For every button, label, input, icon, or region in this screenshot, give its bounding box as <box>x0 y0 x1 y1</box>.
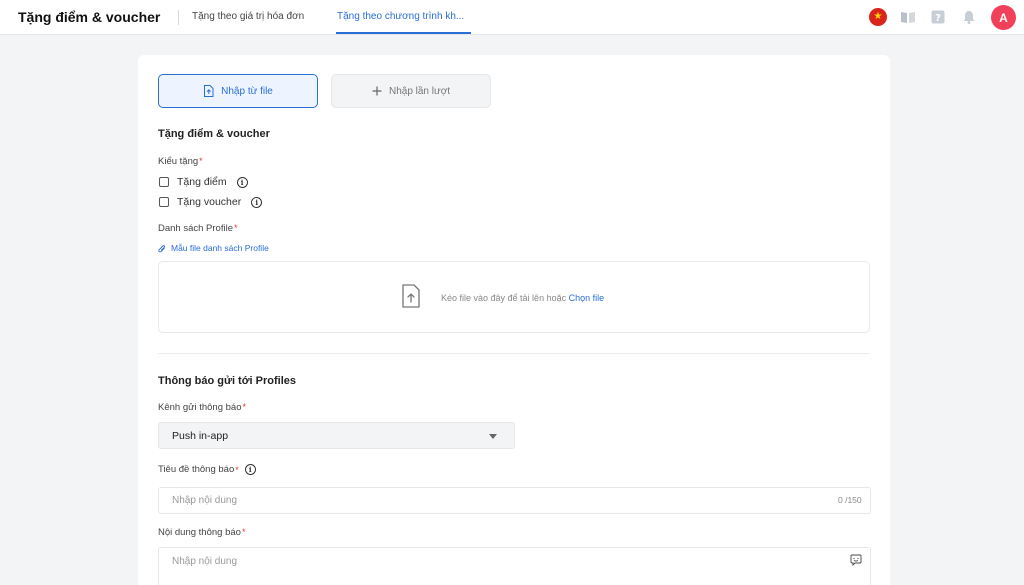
notify-title-label-text: Tiêu đề thông báo <box>158 464 235 475</box>
book-icon[interactable] <box>900 9 916 25</box>
title-char-counter: 0 /150 <box>838 495 862 505</box>
page-title: Tặng điểm & voucher <box>18 9 161 25</box>
option-points-row: Tặng điểm i <box>159 176 248 188</box>
bell-icon[interactable] <box>961 9 977 25</box>
header-divider <box>178 10 179 25</box>
caret-down-icon <box>489 434 497 439</box>
profile-list-label: Danh sách Profile* <box>158 223 238 234</box>
required-asterisk: * <box>233 223 238 233</box>
required-asterisk: * <box>242 402 246 412</box>
paperclip-icon <box>158 244 165 252</box>
points-option-label: Tặng điểm <box>177 176 227 188</box>
import-manual-button[interactable]: Nhập lần lượt <box>331 74 491 108</box>
info-icon[interactable]: i <box>236 176 248 188</box>
gift-section-title: Tặng điểm & voucher <box>158 128 270 140</box>
section-divider <box>158 353 870 354</box>
tab-program[interactable]: Tặng theo chương trình kh... <box>337 11 464 22</box>
dropzone-text: Kéo file vào đây để tải lên hoặc Chọn fi… <box>441 293 604 303</box>
file-upload-icon <box>204 85 214 97</box>
required-asterisk: * <box>235 464 239 475</box>
main-card: Nhập từ file Nhập lần lượt Tặng điểm & v… <box>138 55 890 585</box>
profile-list-label-text: Danh sách Profile <box>158 223 233 234</box>
option-voucher-row: Tặng voucher i <box>159 196 263 208</box>
avatar[interactable]: A <box>991 5 1016 30</box>
notify-section-title: Thông báo gửi tới Profiles <box>158 375 297 387</box>
import-from-file-label: Nhập từ file <box>221 85 273 97</box>
import-from-file-button[interactable]: Nhập từ file <box>158 74 318 108</box>
choose-file-link[interactable]: Chọn file <box>569 293 605 303</box>
dropzone-instruction: Kéo file vào đây để tải lên hoặc <box>441 293 567 303</box>
info-icon[interactable]: i <box>251 196 263 208</box>
plus-icon <box>372 86 382 96</box>
notify-title-label: Tiêu đề thông báo * i <box>158 464 256 475</box>
import-manual-label: Nhập lần lượt <box>388 85 451 97</box>
channel-select-value: Push in-app <box>172 429 229 442</box>
help-icon[interactable]: ? <box>930 9 946 25</box>
channel-select[interactable]: Push in-app <box>158 422 515 449</box>
template-file-link[interactable]: Mẫu file danh sách Profile <box>158 243 269 253</box>
active-tab-indicator <box>336 32 471 34</box>
required-asterisk: * <box>199 156 203 166</box>
channel-label-text: Kênh gửi thông báo <box>158 402 242 413</box>
channel-label: Kênh gửi thông báo* <box>158 402 246 413</box>
file-upload-icon <box>402 284 420 308</box>
voucher-option-label: Tặng voucher <box>177 196 242 208</box>
required-asterisk: * <box>241 527 246 537</box>
file-dropzone[interactable]: Kéo file vào đây để tải lên hoặc Chọn fi… <box>158 261 870 333</box>
template-file-link-text: Mẫu file danh sách Profile <box>171 243 269 253</box>
vietnam-flag-icon[interactable]: ★ <box>869 8 887 26</box>
svg-text:?: ? <box>935 13 941 24</box>
notify-content-label: Nội dung thông báo* <box>158 527 245 538</box>
notify-content-textarea[interactable] <box>158 547 871 585</box>
voucher-checkbox[interactable] <box>159 197 169 207</box>
info-icon[interactable]: i <box>244 464 256 475</box>
top-header: Tặng điểm & voucher Tặng theo giá trị hó… <box>0 0 1024 35</box>
gift-type-label-text: Kiểu tặng <box>158 156 199 167</box>
notify-title-input[interactable] <box>158 487 871 514</box>
tab-invoice-value[interactable]: Tặng theo giá trị hóa đơn <box>192 11 304 22</box>
notify-content-label-text: Nội dung thông báo <box>158 527 241 538</box>
gift-type-label: Kiểu tặng* <box>158 156 203 167</box>
points-checkbox[interactable] <box>159 177 169 187</box>
emoji-icon[interactable] <box>850 554 862 566</box>
